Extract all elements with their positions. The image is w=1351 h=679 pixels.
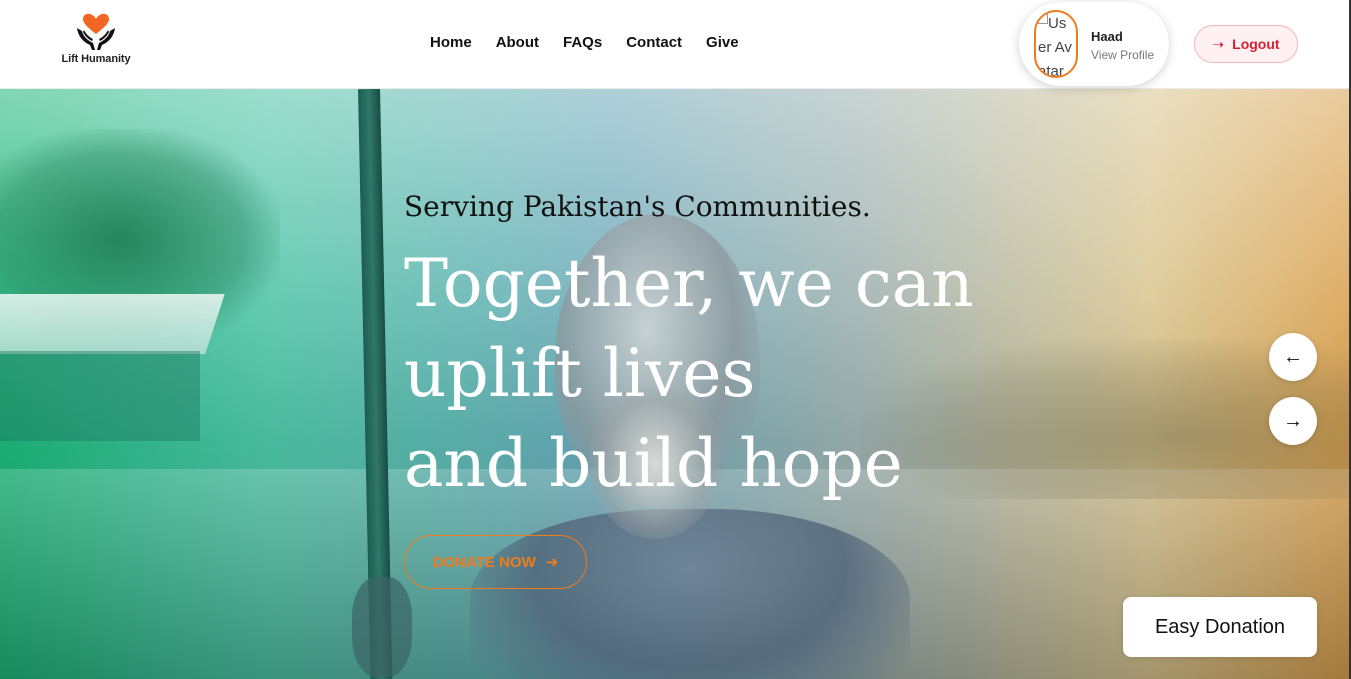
hero-wall [0,351,200,441]
main-nav: Home About FAQs Contact Give [430,34,739,51]
arrow-right-icon: → [1283,409,1303,432]
hero-title: Together, we can uplift lives and build … [404,239,1104,509]
nav-item-contact[interactable]: Contact [626,34,682,51]
easy-donation-button[interactable]: Easy Donation [1123,597,1317,657]
easy-donation-label: Easy Donation [1154,615,1286,638]
donate-label: DONATE NOW [432,553,536,571]
broken-image-icon [1038,14,1048,24]
hero-roof [0,294,225,354]
nav-item-faqs[interactable]: FAQs [563,34,602,51]
nav-item-home[interactable]: Home [430,34,472,51]
logout-button[interactable]: ➝ Logout [1194,25,1298,63]
view-profile-link[interactable]: View Profile [1091,48,1154,62]
hero-title-line: uplift lives [404,335,756,412]
hero-title-line: and build hope [404,425,903,502]
arrow-right-icon: ➝ [1212,35,1225,52]
donate-now-button[interactable]: DONATE NOW ➜ [404,535,587,589]
man-hand [352,577,412,677]
profile-name: Haad [1091,29,1123,44]
logout-label: Logout [1232,36,1280,52]
nav-item-about[interactable]: About [496,34,539,51]
nav-item-give[interactable]: Give [706,34,739,51]
avatar-alt-text: User Avatar [1038,15,1072,78]
site-logo[interactable]: Lift Humanity [56,12,136,72]
hero-content: Serving Pakistan's Communities. Together… [404,189,1104,509]
avatar[interactable]: User Avatar [1034,10,1078,78]
heart-hands-icon [77,13,115,50]
arrow-left-icon: ← [1283,345,1303,368]
carousel-prev-button[interactable]: ← [1269,333,1317,381]
hero-title-line: Together, we can [404,245,974,322]
carousel-next-button[interactable]: → [1269,397,1317,445]
brand-name: Lift Humanity [61,53,131,65]
hero-subtitle: Serving Pakistan's Communities. [404,190,871,223]
hero-banner: Serving Pakistan's Communities. Together… [0,89,1351,679]
profile-card[interactable]: User Avatar Haad View Profile [1019,2,1169,86]
site-header: Lift Humanity Home About FAQs Contact Gi… [0,0,1351,89]
arrow-right-icon: ➜ [545,554,559,571]
